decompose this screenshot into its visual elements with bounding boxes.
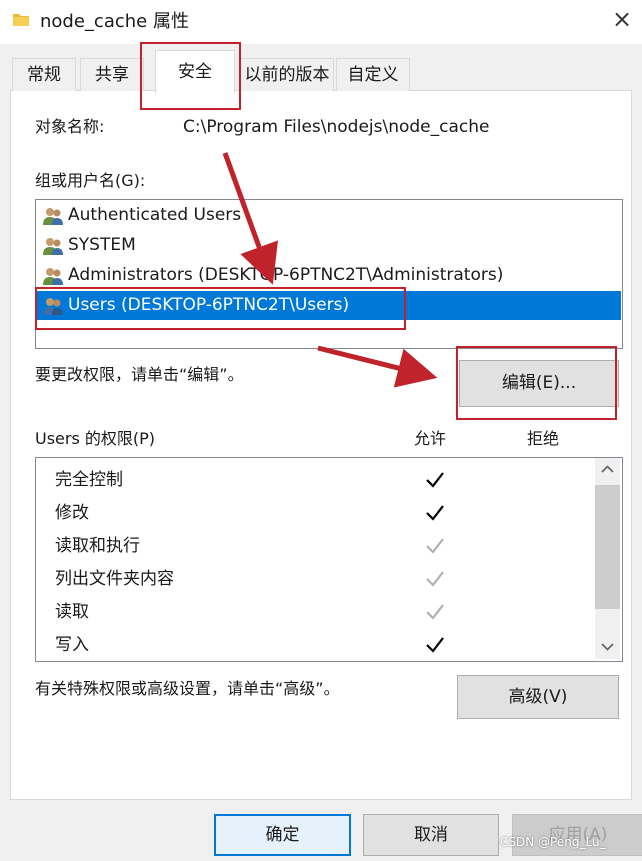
- scrollbar-thumb[interactable]: [595, 485, 620, 609]
- users-icon: [43, 208, 63, 225]
- group-list-label: 组或用户名(G):: [35, 171, 146, 190]
- chevron-down-icon[interactable]: [601, 640, 614, 653]
- permission-name: 完全控制: [55, 470, 123, 490]
- group-name: Administrators (DESKTOP-6PTNC2T\Administ…: [68, 265, 504, 285]
- check-icon-inherited: [426, 571, 444, 587]
- ok-button[interactable]: 确定: [214, 814, 351, 856]
- table-row: 修改: [36, 496, 596, 529]
- table-row: 写入: [36, 628, 596, 661]
- permissions-list[interactable]: 完全控制 修改 读取和执行 列出文件夹内容 读取 写入: [35, 457, 623, 662]
- check-icon-inherited: [426, 604, 444, 620]
- users-icon: [43, 268, 63, 285]
- tab-general[interactable]: 常规: [12, 58, 76, 91]
- annotation-box-users: [35, 287, 406, 330]
- list-item[interactable]: SYSTEM: [37, 231, 621, 260]
- check-icon: [426, 472, 444, 488]
- check-icon: [426, 637, 444, 653]
- tab-previous-versions[interactable]: 以前的版本: [240, 58, 334, 91]
- group-name: SYSTEM: [68, 235, 136, 255]
- table-row: 列出文件夹内容: [36, 562, 596, 595]
- watermark: CSDN @Peng_Lu_: [500, 835, 606, 849]
- permissions-label: Users 的权限(P): [35, 429, 156, 448]
- group-name: Authenticated Users: [68, 205, 242, 225]
- permission-name: 列出文件夹内容: [55, 569, 174, 589]
- tab-sharing[interactable]: 共享: [80, 58, 144, 91]
- close-icon[interactable]: ×: [612, 4, 632, 34]
- window-title: node_cache 属性: [40, 11, 189, 32]
- folder-icon: [13, 14, 29, 26]
- list-item[interactable]: Administrators (DESKTOP-6PTNC2T\Administ…: [37, 261, 621, 290]
- permission-name: 读取和执行: [55, 536, 140, 556]
- chevron-up-icon[interactable]: [601, 463, 614, 476]
- advanced-button[interactable]: 高级(V): [457, 675, 619, 719]
- advanced-hint: 有关特殊权限或高级设置，请单击“高级”。: [35, 679, 340, 698]
- cancel-button[interactable]: 取消: [363, 814, 499, 856]
- table-row: 读取和执行: [36, 529, 596, 562]
- tab-security[interactable]: 安全: [155, 50, 235, 93]
- allow-header: 允许: [414, 429, 447, 448]
- users-icon: [43, 238, 63, 255]
- annotation-box-edit: [456, 346, 617, 420]
- table-row: 完全控制: [36, 463, 596, 496]
- edit-hint: 要更改权限，请单击“编辑”。: [35, 365, 244, 384]
- permission-name: 读取: [55, 602, 89, 622]
- permission-name: 写入: [55, 635, 89, 655]
- tab-customize[interactable]: 自定义: [336, 58, 410, 91]
- object-name-label: 对象名称:: [35, 117, 105, 136]
- object-path: C:\Program Files\nodejs\node_cache: [183, 117, 490, 137]
- table-row: 读取: [36, 595, 596, 628]
- check-icon-inherited: [426, 538, 444, 554]
- permission-name: 修改: [55, 503, 89, 523]
- deny-header: 拒绝: [527, 429, 560, 448]
- check-icon: [426, 505, 444, 521]
- list-item[interactable]: Authenticated Users: [37, 201, 621, 230]
